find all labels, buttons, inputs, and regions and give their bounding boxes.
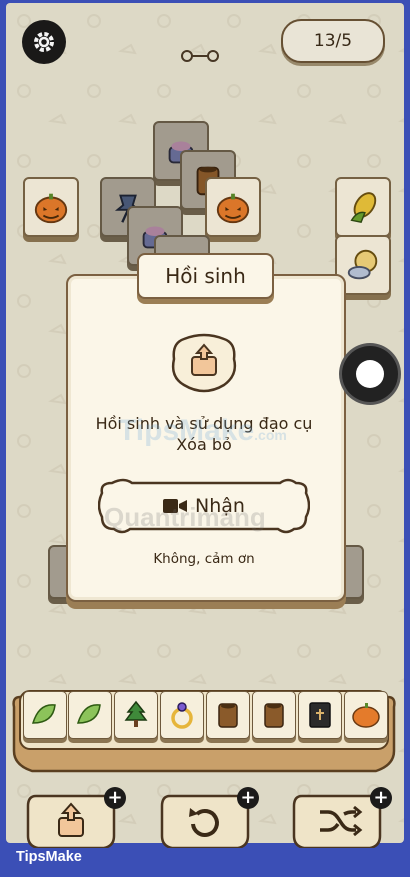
add-undo-button[interactable]: + (104, 787, 126, 809)
tray-tile-lettuce[interactable] (23, 691, 67, 739)
tile-tray (10, 683, 398, 775)
add-refresh-button[interactable]: + (237, 787, 259, 809)
assistive-touch-button[interactable] (342, 346, 398, 402)
tray-tile-lettuce[interactable] (68, 691, 112, 739)
undo-tool-button[interactable] (26, 790, 116, 850)
brand-logo: TipsMake (16, 849, 82, 865)
barrel-icon (264, 703, 284, 728)
shuffle-tool-button[interactable] (292, 790, 382, 850)
pumpkin-icon (352, 703, 380, 728)
lettuce-icon (31, 704, 56, 724)
lettuce-icon (76, 704, 101, 724)
tray-tile-pumpkin[interactable] (344, 691, 388, 739)
pine-tree-icon (124, 700, 148, 727)
dialog-title: Hồi sinh (137, 253, 274, 299)
tray-tile-ring[interactable] (160, 691, 204, 739)
tray-tile-barrel[interactable] (206, 691, 250, 739)
book-icon (309, 702, 331, 728)
quantrimang-watermark: Quantrimang (104, 502, 266, 532)
tipsmake-watermark: TipsMake.com (118, 414, 287, 447)
tray-tile-tree[interactable] (114, 691, 158, 739)
ring-icon (171, 702, 193, 729)
tile-remove-icon (170, 333, 238, 395)
add-shuffle-button[interactable]: + (370, 787, 392, 809)
tray-tile-barrel[interactable] (252, 691, 296, 739)
barrel-icon (218, 703, 238, 728)
tray-tile-book[interactable] (298, 691, 342, 739)
decline-button[interactable]: Không, cảm ơn (66, 551, 342, 567)
